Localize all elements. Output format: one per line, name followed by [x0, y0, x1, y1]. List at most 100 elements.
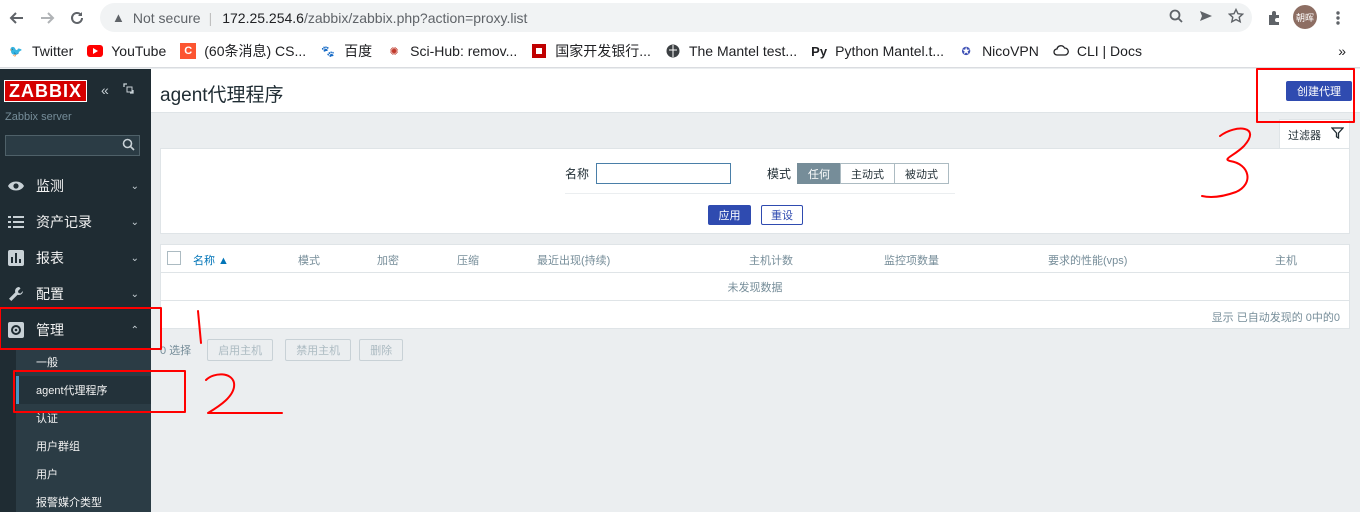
apply-button[interactable]: 应用 — [708, 205, 751, 225]
cdb-icon — [531, 43, 547, 59]
filter-tab-label: 过滤器 — [1288, 129, 1321, 142]
column-header-encryption: 加密 — [377, 255, 399, 267]
bookmark-scihub[interactable]: ✺ Sci-Hub: remov... — [386, 43, 518, 59]
column-header-mode: 模式 — [298, 255, 320, 267]
filter-tab[interactable]: 过滤器 — [1279, 119, 1350, 149]
mode-option-any[interactable]: 任何 — [797, 163, 841, 184]
bar-chart-icon — [7, 250, 25, 266]
filter-panel: 名称 模式 任何 主动式 被动式 应用 重设 — [160, 148, 1350, 234]
mode-option-active[interactable]: 主动式 — [840, 163, 895, 184]
zabbix-logo[interactable]: ZABBIX — [4, 80, 87, 102]
mass-actions-bar: 0 选择 启用主机 禁用主机 删除 — [160, 339, 404, 361]
bookmark-twitter[interactable]: 🐦 Twitter — [8, 43, 73, 59]
disable-hosts-button[interactable]: 禁用主机 — [285, 339, 352, 361]
mode-label: 模式 — [767, 167, 792, 181]
bookmark-cli-docs[interactable]: CLI | Docs — [1053, 43, 1142, 59]
mode-radio-group: 任何 主动式 被动式 — [797, 163, 949, 184]
bookmarks-bar: 🐦 Twitter YouTube C (60条消息) CS... 🐾 百度 ✺ Sci… — [0, 35, 1360, 68]
menu-item-configuration[interactable]: 配置 ⌄ — [0, 276, 151, 312]
chevron-down-icon: ⌄ — [130, 216, 139, 228]
sidebar: ZABBIX « Zabbix server 监测 ⌄ 资产记录 ⌄ 报表 ⌄ … — [0, 69, 151, 512]
extensions-icon[interactable] — [1262, 6, 1286, 30]
eye-icon — [7, 180, 25, 192]
chevron-down-icon: ⌄ — [130, 288, 139, 300]
search-icon[interactable] — [122, 138, 135, 156]
forward-icon[interactable] — [32, 3, 62, 33]
chevron-up-icon: ⌃ — [130, 324, 139, 336]
column-header-last-seen: 最近出现(持续) — [537, 255, 611, 267]
bookmark-nicovpn[interactable]: ✪ NicoVPN — [958, 43, 1038, 59]
column-header-item-count: 监控项数量 — [884, 255, 939, 267]
browser-toolbar: ▲ Not secure | 172.25.254.6 /zabbix/zabb… — [0, 0, 1360, 35]
zoom-icon[interactable] — [1168, 8, 1184, 24]
table-footer-count: 显示 已自动发现的 0中的0 — [1211, 312, 1340, 324]
column-header-required-performance: 要求的性能(vps) — [1048, 255, 1128, 267]
bookmark-star-icon[interactable] — [1228, 8, 1244, 24]
sidebar-search-input[interactable] — [5, 135, 140, 156]
submenu-item-proxies[interactable]: agent代理程序 — [16, 376, 151, 404]
gear-icon — [7, 322, 25, 338]
table-header: 名称 ▲ 模式 加密 压缩 最近出现(持续) 主机计数 监控项数量 要求的性能(… — [161, 245, 1349, 273]
column-header-compression: 压缩 — [457, 255, 479, 267]
name-filter-input[interactable] — [596, 163, 731, 184]
wrench-icon — [7, 286, 25, 302]
address-bar[interactable]: ▲ Not secure | 172.25.254.6 /zabbix/zabb… — [100, 3, 1252, 32]
browser-menu-icon[interactable] — [1326, 6, 1350, 30]
submenu-item-media-types[interactable]: 报警媒介类型 — [16, 488, 151, 512]
pypi-icon: Py — [811, 43, 828, 59]
more-bookmarks-button[interactable]: » — [1338, 43, 1346, 59]
bookmark-youtube[interactable]: YouTube — [87, 43, 166, 59]
collapse-sidebar-icon[interactable]: « — [101, 82, 109, 98]
mode-option-passive[interactable]: 被动式 — [894, 163, 949, 184]
chevron-down-icon: ⌄ — [130, 252, 139, 264]
globe-icon — [665, 43, 681, 59]
select-all-checkbox[interactable] — [167, 251, 181, 265]
menu-item-administration[interactable]: 管理 ⌃ — [0, 312, 151, 348]
enable-hosts-button[interactable]: 启用主机 — [207, 339, 274, 361]
delete-button[interactable]: 删除 — [359, 339, 404, 361]
scihub-icon: ✺ — [389, 45, 399, 58]
profile-avatar[interactable]: 朝晖 — [1293, 5, 1317, 29]
kiosk-mode-icon[interactable] — [123, 82, 134, 97]
baidu-paw-icon: 🐾 — [321, 45, 335, 58]
submenu-item-user-groups[interactable]: 用户群组 — [16, 432, 151, 460]
chevron-down-icon: ⌄ — [130, 180, 139, 192]
cloud-icon — [1053, 43, 1069, 59]
create-proxy-button[interactable]: 创建代理 — [1286, 81, 1352, 101]
bookmark-baidu[interactable]: 🐾 百度 — [320, 41, 372, 61]
twitter-bird-icon: 🐦 — [9, 45, 23, 58]
proxy-table: 名称 ▲ 模式 加密 压缩 最近出现(持续) 主机计数 监控项数量 要求的性能(… — [160, 244, 1350, 329]
bookmark-mantel-test[interactable]: The Mantel test... — [665, 43, 797, 59]
submenu-item-users[interactable]: 用户 — [16, 460, 151, 488]
menu-item-reports[interactable]: 报表 ⌄ — [0, 240, 151, 276]
reload-icon[interactable] — [62, 3, 92, 33]
bookmark-cdb[interactable]: 国家开发银行... — [531, 41, 651, 61]
url-separator: | — [208, 9, 213, 26]
back-icon[interactable] — [2, 3, 32, 33]
menu-item-inventory[interactable]: 资产记录 ⌄ — [0, 204, 151, 240]
page-title: agent代理程序 — [160, 85, 284, 106]
bookmark-python-mantel[interactable]: Py Python Mantel.t... — [811, 43, 944, 59]
csdn-icon: C — [180, 43, 197, 59]
send-icon[interactable] — [1198, 8, 1214, 24]
url-path: /zabbix/zabbix.php?action=proxy.list — [303, 9, 528, 26]
security-status[interactable]: Not secure — [133, 10, 201, 26]
server-name: Zabbix server — [5, 111, 72, 123]
warning-icon[interactable]: ▲ — [112, 10, 125, 25]
list-icon — [7, 216, 25, 228]
menu-label: 资产记录 — [36, 214, 92, 230]
column-header-name[interactable]: 名称 ▲ — [193, 252, 229, 268]
menu-label: 管理 — [36, 322, 64, 338]
empty-table-message: 未发现数据 — [161, 273, 1349, 301]
menu-label: 配置 — [36, 286, 64, 302]
bookmark-csdn[interactable]: C (60条消息) CS... — [180, 41, 306, 61]
filter-divider — [565, 193, 955, 194]
submenu-item-general[interactable]: 一般 — [16, 348, 151, 376]
submenu-item-authentication[interactable]: 认证 — [16, 404, 151, 432]
menu-item-monitoring[interactable]: 监测 ⌄ — [0, 168, 151, 204]
reset-button[interactable]: 重设 — [761, 205, 803, 225]
url-host: 172.25.254.6 — [222, 9, 304, 26]
filter-funnel-icon — [1330, 127, 1345, 142]
column-header-host-count: 主机计数 — [749, 255, 793, 267]
selected-count: 0 选择 — [160, 345, 192, 357]
